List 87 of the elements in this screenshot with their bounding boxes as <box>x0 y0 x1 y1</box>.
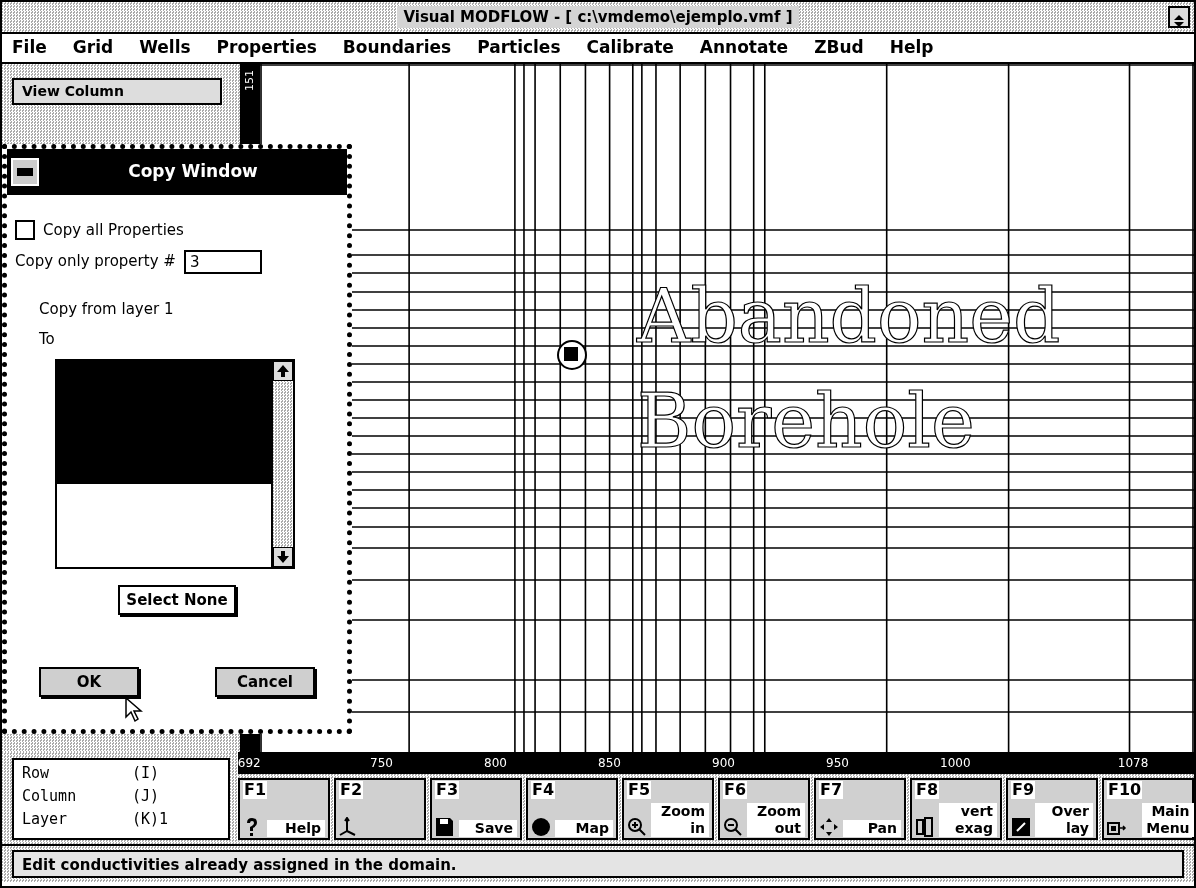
function-key-label: vert <box>939 803 997 820</box>
function-key-button[interactable]: F2 <box>334 778 426 840</box>
coordinate-label: Row <box>22 763 51 784</box>
scroll-down-button[interactable] <box>273 546 293 567</box>
axis-tick-label: 750 <box>370 755 393 772</box>
menu-item[interactable]: Help <box>889 35 934 61</box>
key-label: F4 <box>531 781 556 799</box>
menu-item[interactable]: ZBud <box>814 35 864 61</box>
ok-button[interactable]: OK <box>39 666 139 697</box>
key-label: F2 <box>339 781 364 799</box>
function-key-label: Help <box>267 820 325 837</box>
key-label: F1 <box>243 781 268 799</box>
zoom-in-icon <box>627 817 647 837</box>
function-key-button[interactable]: F10 Main Menu <box>1102 778 1194 840</box>
function-key-label: Pan <box>843 820 901 837</box>
checkbox-label: Copy all Properties <box>43 220 184 241</box>
up-arrow-icon <box>276 363 290 378</box>
function-key-label: lay <box>1035 820 1093 837</box>
cancel-button[interactable]: Cancel <box>215 666 315 697</box>
dialog-title: Copy Window <box>127 160 259 184</box>
axis-tick-label: 1000 <box>940 755 971 772</box>
function-key-label: exag <box>939 820 997 837</box>
menu-item[interactable]: Wells <box>139 35 191 61</box>
coordinate-value: (K)1 <box>132 809 169 830</box>
key-label: F8 <box>915 781 940 799</box>
function-key-button[interactable]: F3 Save <box>430 778 522 840</box>
key-label: F7 <box>819 781 844 799</box>
key-label: F3 <box>435 781 460 799</box>
function-key-label: Zoom <box>651 803 709 820</box>
function-key-label: Map <box>555 820 613 837</box>
axis-tick-label: 950 <box>826 755 849 772</box>
menu-item[interactable]: Annotate <box>699 35 789 61</box>
row-axis-label: 151 <box>242 70 257 91</box>
field-label: Copy only property # <box>15 251 176 273</box>
function-key-label: Menu <box>1142 820 1194 837</box>
function-key-button[interactable]: F1 Help <box>238 778 330 840</box>
scroll-up-button[interactable] <box>273 360 293 381</box>
key-label: F5 <box>627 781 652 799</box>
function-key-button[interactable]: F6 Zoom out <box>718 778 810 840</box>
function-key-button[interactable]: F4 Map <box>526 778 618 840</box>
coordinate-value: (I) <box>132 763 160 784</box>
key-label: F10 <box>1107 781 1143 799</box>
layer-text: Copy from layer 1 <box>39 298 175 320</box>
down-arrow-icon <box>276 549 290 564</box>
function-key-button[interactable]: F5 Zoom in <box>622 778 714 840</box>
function-key-label: Zoom <box>747 803 805 820</box>
coordinate-value: (J) <box>132 786 160 807</box>
function-key-label: in <box>651 820 709 837</box>
layer-list-box[interactable] <box>55 358 295 569</box>
axis-tick-label: 850 <box>598 755 621 772</box>
coordinate-label: Layer <box>22 809 69 830</box>
scroll-bar[interactable] <box>271 360 293 567</box>
function-key-button[interactable]: F9 Over lay <box>1006 778 1098 840</box>
menu-item[interactable]: Properties <box>216 35 317 61</box>
select-none-button[interactable]: Select None <box>118 584 236 615</box>
axis-tick-label: 692 <box>237 755 261 772</box>
to-label: To <box>39 329 56 350</box>
menu-item[interactable]: Particles <box>477 35 561 61</box>
checkbox[interactable] <box>15 220 35 241</box>
key-label: F9 <box>1011 781 1036 799</box>
function-key-label: out <box>747 820 805 837</box>
menu-item[interactable]: Grid <box>72 35 114 61</box>
axis-tick-label: 800 <box>484 755 507 772</box>
window-title: Visual MODFLOW - [ c:\vmdemo\ejemplo.vmf ] <box>397 5 799 29</box>
coordinate-label: Column <box>22 786 78 807</box>
axis-tick-label: 1078 <box>1117 755 1149 772</box>
key-label: F6 <box>723 781 748 799</box>
menu-item[interactable]: File <box>12 35 47 61</box>
function-key-label: Over <box>1035 803 1093 820</box>
menu-item[interactable]: Boundaries <box>342 35 452 61</box>
pan-arrows-icon <box>819 817 839 837</box>
status-message: Edit conductivities already assigned in the domain. <box>12 850 1184 878</box>
property-number-field[interactable]: 3 <box>183 249 262 274</box>
axis-tick-label: 900 <box>712 755 735 772</box>
function-key-button[interactable]: F7 Pan <box>814 778 906 840</box>
circle-icon <box>531 817 551 837</box>
function-key-label: Save <box>459 820 517 837</box>
mouse-pointer-icon <box>125 697 143 723</box>
function-key-label: Main <box>1142 803 1194 820</box>
system-menu-icon[interactable] <box>11 158 39 186</box>
window-size-button[interactable] <box>1168 6 1190 28</box>
vertical-bars-icon <box>915 817 935 837</box>
menu-item[interactable]: Calibrate <box>586 35 674 61</box>
zoom-out-icon <box>723 817 743 837</box>
function-key-button[interactable]: F8 vert exag <box>910 778 1002 840</box>
overlay-icon <box>1011 817 1031 837</box>
view-column-button[interactable]: View Column <box>12 78 222 105</box>
